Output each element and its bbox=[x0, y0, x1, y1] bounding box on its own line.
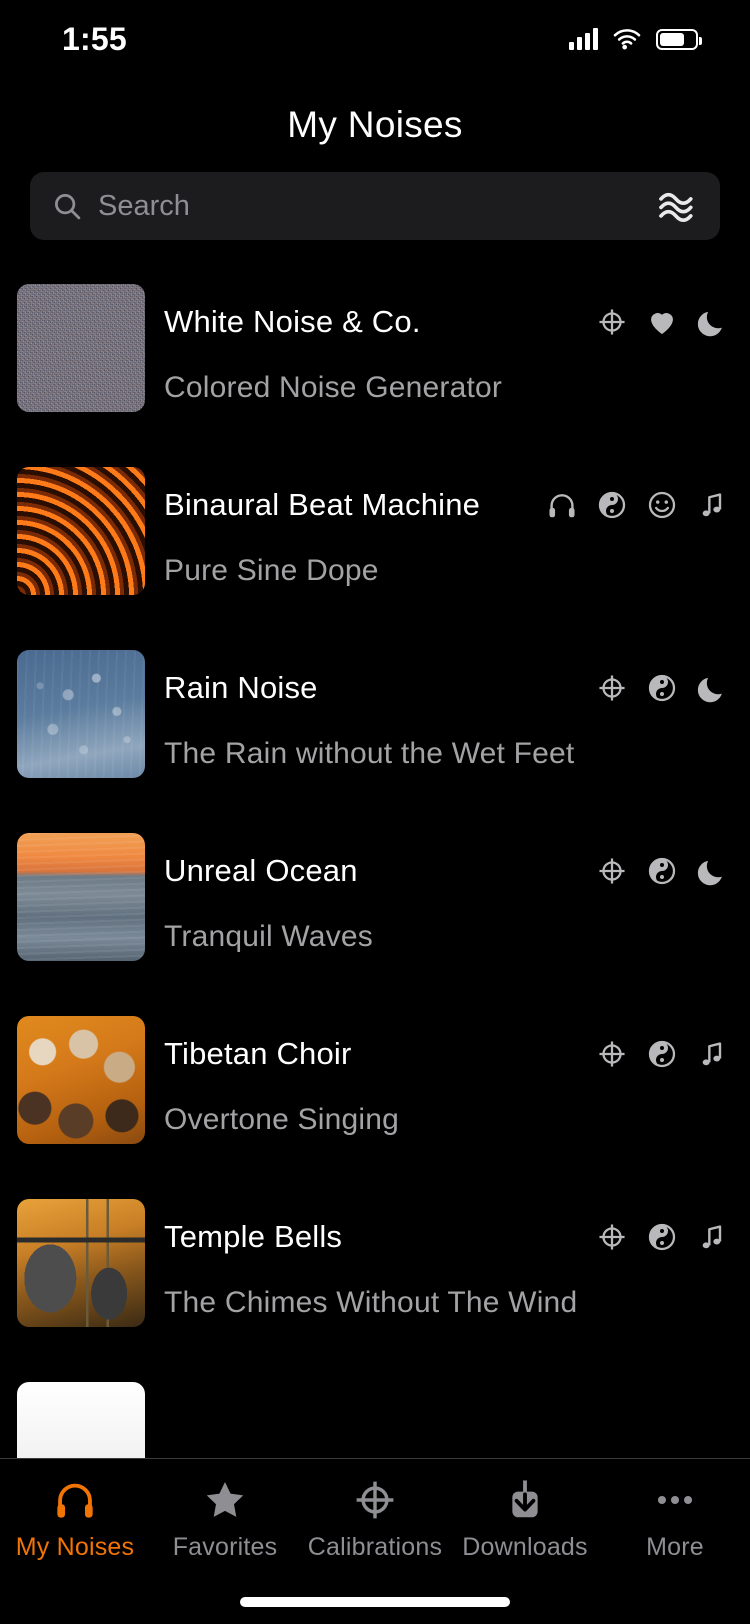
list-item[interactable]: Binaural Beat Machine Pure Sine Dope bbox=[0, 459, 750, 642]
list-item[interactable]: Unreal Ocean Tranquil Waves bbox=[0, 825, 750, 1008]
thumbnail bbox=[17, 1199, 145, 1327]
calibration-icon[interactable] bbox=[596, 855, 628, 887]
home-indicator[interactable] bbox=[240, 1597, 510, 1607]
sleep-timer-icon[interactable] bbox=[696, 672, 728, 704]
battery-icon bbox=[656, 28, 702, 50]
app-screen: 1:55 My Noises W bbox=[0, 0, 750, 1624]
list-item-subtitle: The Chimes Without The Wind bbox=[164, 1286, 578, 1319]
thumbnail bbox=[17, 833, 145, 961]
list-item-subtitle: Tranquil Waves bbox=[164, 920, 373, 953]
tab-favorites[interactable]: Favorites bbox=[150, 1477, 300, 1562]
tab-label: Downloads bbox=[462, 1533, 588, 1561]
tab-label: More bbox=[646, 1533, 704, 1561]
wifi-icon bbox=[613, 29, 641, 50]
yin-yang-icon[interactable] bbox=[646, 1038, 678, 1070]
search-icon bbox=[55, 194, 81, 220]
status-indicators bbox=[569, 28, 702, 50]
list-item-title: Tibetan Choir bbox=[164, 1036, 352, 1071]
list-item[interactable]: Temple Bells The Chimes Without The Wind bbox=[0, 1191, 750, 1374]
thumbnail bbox=[17, 1016, 145, 1144]
calibration-icon[interactable] bbox=[596, 672, 628, 704]
tab-label: Favorites bbox=[172, 1533, 278, 1561]
yin-yang-icon[interactable] bbox=[646, 672, 678, 704]
star-icon bbox=[206, 1481, 244, 1517]
list-item-subtitle: Overtone Singing bbox=[164, 1103, 400, 1136]
sleep-timer-icon[interactable] bbox=[696, 306, 728, 338]
tab-calibrations[interactable]: Calibrations bbox=[300, 1477, 450, 1562]
page-title: My Noises bbox=[287, 104, 463, 145]
list-item-subtitle: Pure Sine Dope bbox=[164, 554, 379, 587]
list-item-badges bbox=[596, 1036, 728, 1072]
noise-list[interactable]: White Noise & Co. Colored Noise Generato… bbox=[0, 276, 750, 1466]
list-item-badges bbox=[596, 670, 728, 706]
headphones-icon[interactable] bbox=[546, 489, 578, 521]
music-note-icon[interactable] bbox=[696, 1038, 728, 1070]
list-item-title: Temple Bells bbox=[164, 1219, 343, 1254]
list-item-subtitle: The Rain without the Wet Feet bbox=[164, 737, 575, 770]
search-bar[interactable] bbox=[30, 172, 720, 240]
headphones-icon bbox=[57, 1483, 93, 1518]
thumbnail bbox=[17, 1382, 145, 1466]
status-time: 1:55 bbox=[62, 20, 127, 57]
smiley-icon[interactable] bbox=[646, 489, 678, 521]
yin-yang-icon[interactable] bbox=[646, 855, 678, 887]
sleep-timer-icon[interactable] bbox=[696, 855, 728, 887]
search-input[interactable] bbox=[82, 189, 658, 223]
list-item-badges bbox=[596, 304, 728, 340]
list-item[interactable]: Rain Noise The Rain without the Wet Feet bbox=[0, 642, 750, 825]
tab-downloads[interactable]: Downloads bbox=[450, 1477, 600, 1562]
signal-bars-icon bbox=[569, 28, 598, 50]
tab-label: My Noises bbox=[15, 1533, 135, 1561]
list-item-badges bbox=[546, 487, 728, 523]
list-item[interactable]: White Noise & Co. Colored Noise Generato… bbox=[0, 276, 750, 459]
list-item[interactable] bbox=[0, 1374, 750, 1466]
tab-label: Calibrations bbox=[307, 1533, 443, 1561]
list-item-title: White Noise & Co. bbox=[164, 304, 421, 339]
yin-yang-icon[interactable] bbox=[646, 1221, 678, 1253]
calibration-icon[interactable] bbox=[596, 306, 628, 338]
music-note-icon[interactable] bbox=[696, 1221, 728, 1253]
calibration-icon[interactable] bbox=[596, 1038, 628, 1070]
ellipsis-icon bbox=[657, 1495, 693, 1505]
thumbnail bbox=[17, 284, 145, 412]
waves-icon[interactable] bbox=[658, 189, 698, 223]
list-item-title: Unreal Ocean bbox=[164, 853, 358, 888]
download-icon bbox=[512, 1480, 538, 1518]
list-item-title: Rain Noise bbox=[164, 670, 318, 705]
list-item-badges bbox=[596, 1219, 728, 1255]
list-item-badges bbox=[596, 853, 728, 889]
calibration-icon[interactable] bbox=[596, 1221, 628, 1253]
favorite-icon[interactable] bbox=[646, 306, 678, 338]
thumbnail bbox=[17, 467, 145, 595]
tab-my-noises[interactable]: My Noises bbox=[0, 1477, 150, 1562]
yin-yang-icon[interactable] bbox=[596, 489, 628, 521]
list-item-title: Binaural Beat Machine bbox=[164, 487, 481, 522]
tab-more[interactable]: More bbox=[600, 1477, 750, 1562]
list-item-subtitle: Colored Noise Generator bbox=[164, 371, 503, 404]
music-note-icon[interactable] bbox=[696, 489, 728, 521]
status-bar: 1:55 bbox=[0, 0, 750, 78]
calibration-icon bbox=[356, 1481, 394, 1519]
list-item[interactable]: Tibetan Choir Overtone Singing bbox=[0, 1008, 750, 1191]
thumbnail bbox=[17, 650, 145, 778]
